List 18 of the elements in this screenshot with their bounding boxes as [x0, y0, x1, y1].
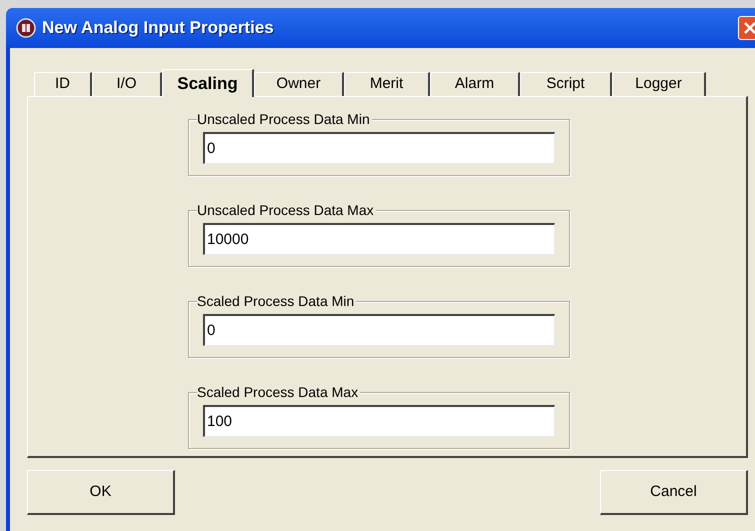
tab[interactable]: Script	[520, 72, 612, 96]
cancel-button[interactable]: Cancel	[600, 470, 748, 515]
app-icon	[16, 18, 36, 38]
tab[interactable]: Owner	[254, 72, 344, 96]
input-field[interactable]: 0	[203, 314, 555, 346]
tab[interactable]: Merit	[344, 72, 430, 96]
tab[interactable]: I/O	[92, 72, 162, 96]
close-button[interactable]	[738, 16, 755, 40]
input-field[interactable]: 10000	[203, 223, 555, 255]
tab[interactable]: Alarm	[430, 72, 520, 96]
ok-button[interactable]: OK	[27, 470, 175, 515]
input-field[interactable]: 100	[203, 405, 555, 437]
tab[interactable]: Scaling	[162, 69, 254, 97]
tab[interactable]: ID	[34, 72, 92, 96]
window-title: New Analog Input Properties	[42, 17, 274, 40]
tab[interactable]: Logger	[612, 72, 706, 96]
close-icon	[744, 22, 755, 34]
input-field[interactable]: 0	[203, 132, 555, 164]
